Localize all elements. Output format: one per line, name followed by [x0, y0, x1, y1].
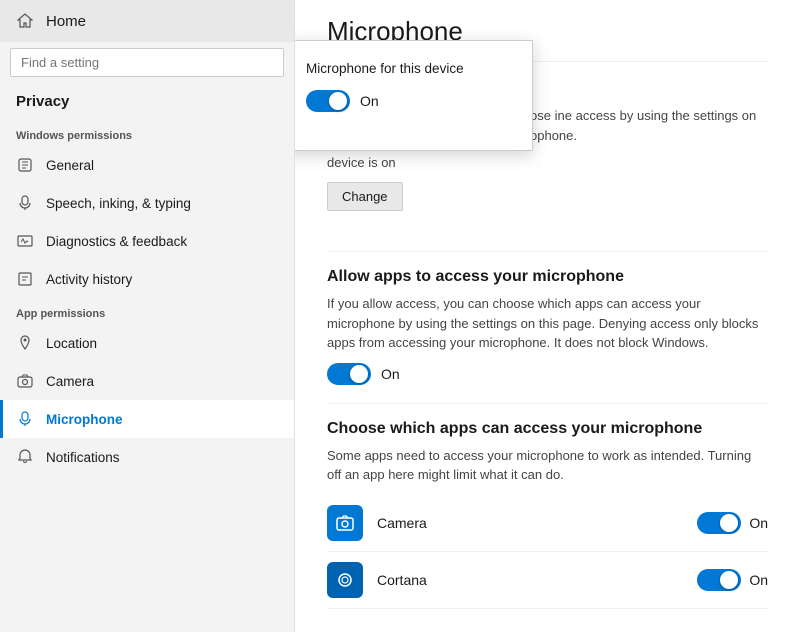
app-permissions-label: App permissions — [0, 298, 294, 324]
section2-title: Allow apps to access your microphone — [327, 268, 768, 286]
sidebar-item-microphone-label: Microphone — [46, 412, 123, 427]
windows-permissions-label: Windows permissions — [0, 120, 294, 146]
cortana-toggle-area: On — [697, 569, 768, 591]
camera-toggle[interactable] — [697, 512, 741, 534]
microphone-device-popup: Microphone for this device On — [295, 40, 533, 151]
divider2 — [327, 403, 768, 404]
sidebar-item-microphone[interactable]: Microphone — [0, 400, 294, 438]
cortana-toggle[interactable] — [697, 569, 741, 591]
change-button[interactable]: Change — [327, 182, 403, 211]
sidebar-item-camera-label: Camera — [46, 374, 94, 389]
camera-toggle-area: On — [697, 512, 768, 534]
sidebar-item-general[interactable]: General — [0, 146, 294, 184]
app-item-camera: Camera On — [327, 495, 768, 552]
allow-apps-toggle-row: On — [327, 363, 768, 385]
section-allow-apps: Allow apps to access your microphone If … — [327, 268, 768, 385]
sidebar-item-activity[interactable]: Activity history — [0, 260, 294, 298]
camera-sidebar-icon — [16, 372, 34, 390]
toggle-knob — [350, 365, 368, 383]
home-label: Home — [46, 13, 86, 30]
main-content: Microphone microphone on this device usi… — [295, 0, 800, 632]
microphone-sidebar-icon — [16, 410, 34, 428]
cortana-app-icon — [327, 562, 363, 598]
sidebar-item-diagnostics[interactable]: Diagnostics & feedback — [0, 222, 294, 260]
toggle-knob — [720, 514, 738, 532]
sidebar-item-diagnostics-label: Diagnostics & feedback — [46, 234, 187, 249]
toggle-knob — [720, 571, 738, 589]
notifications-icon — [16, 448, 34, 466]
section3-desc: Some apps need to access your microphone… — [327, 446, 768, 485]
allow-apps-toggle[interactable] — [327, 363, 371, 385]
section3-title: Choose which apps can access your microp… — [327, 420, 768, 438]
sidebar: Home Privacy Windows permissions General… — [0, 0, 295, 632]
toggle-knob — [329, 92, 347, 110]
sidebar-item-notifications[interactable]: Notifications — [0, 438, 294, 476]
popup-title: Microphone for this device — [306, 61, 512, 76]
popup-toggle[interactable] — [306, 90, 350, 112]
popup-toggle-label: On — [360, 93, 379, 109]
section2-desc: If you allow access, you can choose whic… — [327, 294, 768, 353]
cortana-toggle-label: On — [749, 572, 768, 588]
cortana-app-name: Cortana — [377, 572, 697, 588]
camera-toggle-label: On — [749, 515, 768, 531]
camera-app-name: Camera — [377, 515, 697, 531]
home-icon — [16, 12, 34, 30]
general-icon — [16, 156, 34, 174]
app-item-cortana: Cortana On — [327, 552, 768, 609]
sidebar-item-location-label: Location — [46, 336, 97, 351]
sidebar-item-speech-label: Speech, inking, & typing — [46, 196, 191, 211]
sidebar-home[interactable]: Home — [0, 0, 294, 42]
camera-app-icon — [327, 505, 363, 541]
device-on-text: device is on — [327, 155, 768, 170]
divider1 — [327, 251, 768, 252]
sidebar-item-general-label: General — [46, 158, 94, 173]
popup-toggle-row: On — [306, 90, 512, 112]
location-icon — [16, 334, 34, 352]
diagnostics-icon — [16, 232, 34, 250]
sidebar-item-camera[interactable]: Camera — [0, 362, 294, 400]
sidebar-item-activity-label: Activity history — [46, 272, 132, 287]
activity-icon — [16, 270, 34, 288]
speech-icon — [16, 194, 34, 212]
section-choose-apps: Choose which apps can access your microp… — [327, 420, 768, 609]
search-input[interactable] — [10, 48, 284, 77]
allow-apps-toggle-label: On — [381, 366, 400, 382]
sidebar-item-speech[interactable]: Speech, inking, & typing — [0, 184, 294, 222]
sidebar-item-location[interactable]: Location — [0, 324, 294, 362]
privacy-label: Privacy — [0, 87, 294, 120]
sidebar-item-notifications-label: Notifications — [46, 450, 120, 465]
